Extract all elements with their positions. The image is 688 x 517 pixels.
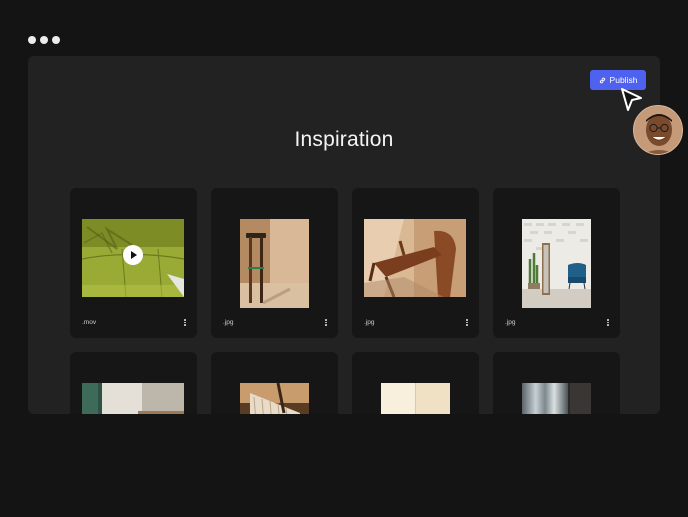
more-options-icon[interactable] (606, 319, 610, 326)
image-thumbnail[interactable] (240, 219, 309, 308)
card-meta: .jpg (364, 319, 469, 326)
window-controls (28, 36, 60, 44)
media-card[interactable]: .jpg (211, 188, 338, 338)
more-options-icon[interactable] (183, 319, 187, 326)
avatar[interactable] (633, 105, 683, 155)
media-card[interactable] (211, 352, 338, 414)
window-dot-icon[interactable] (40, 36, 48, 44)
image-thumbnail[interactable] (522, 219, 591, 308)
window-dot-icon[interactable] (28, 36, 36, 44)
publish-label: Publish (609, 75, 638, 85)
image-thumbnail[interactable] (522, 383, 591, 414)
media-card[interactable]: .mov (70, 188, 197, 338)
image-thumbnail[interactable] (240, 383, 309, 414)
app-window: Publish Inspiration .mov .jpg .jpg .jpg (28, 56, 660, 414)
media-card[interactable]: .jpg (493, 188, 620, 338)
image-thumbnail[interactable] (82, 383, 184, 414)
media-card[interactable] (352, 352, 479, 414)
video-thumbnail[interactable] (82, 219, 184, 297)
card-meta: .jpg (223, 319, 328, 326)
link-icon (599, 77, 605, 83)
more-options-icon[interactable] (465, 319, 469, 326)
media-grid: .mov .jpg .jpg .jpg (70, 188, 620, 414)
file-extension: .jpg (505, 319, 516, 326)
card-meta: .mov (82, 319, 187, 326)
card-meta: .jpg (505, 319, 610, 326)
page-title: Inspiration (294, 128, 394, 151)
file-extension: .jpg (364, 319, 375, 326)
play-icon (131, 251, 137, 259)
file-extension: .jpg (223, 319, 234, 326)
more-options-icon[interactable] (324, 319, 328, 326)
file-extension: .mov (82, 319, 97, 326)
media-card[interactable]: .jpg (352, 188, 479, 338)
image-thumbnail[interactable] (381, 383, 450, 414)
media-card[interactable] (70, 352, 197, 414)
media-card[interactable] (493, 352, 620, 414)
image-thumbnail[interactable] (364, 219, 466, 297)
window-dot-icon[interactable] (52, 36, 60, 44)
play-button[interactable] (123, 245, 143, 265)
